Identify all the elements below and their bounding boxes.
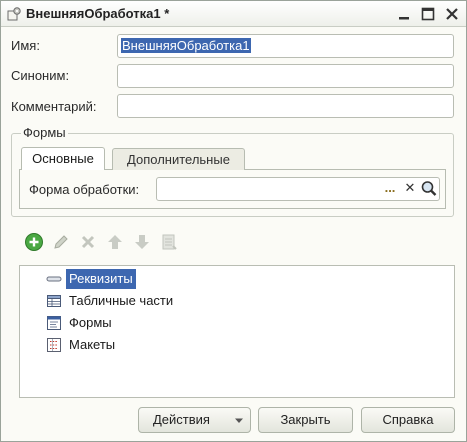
chevron-down-icon <box>235 418 243 423</box>
delete-icon[interactable] <box>78 232 98 252</box>
name-input[interactable]: ВнешняяОбработка1 <box>117 34 454 58</box>
dialog-window: ВнешняяОбработка1 * Имя: ВнешняяОбработк… <box>0 0 467 442</box>
close-icon[interactable] <box>443 5 461 23</box>
comment-label: Комментарий: <box>11 99 97 114</box>
template-icon <box>47 338 61 352</box>
title-bar[interactable]: ВнешняяОбработка1 * <box>1 1 466 27</box>
tab-additional[interactable]: Дополнительные <box>112 148 245 170</box>
synonym-input[interactable] <box>117 64 454 88</box>
actions-button-label: Действия <box>153 412 210 427</box>
move-up-icon[interactable] <box>105 232 125 252</box>
synonym-label: Синоним: <box>11 68 70 83</box>
attribute-icon <box>46 276 62 282</box>
clear-button[interactable]: ✕ <box>400 178 420 200</box>
comment-input[interactable] <box>117 94 454 118</box>
tabular-section-icon <box>47 295 61 307</box>
help-button[interactable]: Справка <box>361 407 455 433</box>
move-down-icon[interactable] <box>132 232 152 252</box>
close-button[interactable]: Закрыть <box>258 407 353 433</box>
name-input-value: ВнешняяОбработка1 <box>121 38 251 53</box>
tree-item-label: Формы <box>69 315 112 330</box>
edit-icon[interactable] <box>51 232 71 252</box>
maximize-icon[interactable] <box>419 5 437 23</box>
tree-item-label: Табличные части <box>69 293 174 308</box>
tab-main[interactable]: Основные <box>21 147 105 170</box>
processing-icon <box>7 7 21 21</box>
tree-item-label: Макеты <box>69 337 116 352</box>
sort-icon[interactable] <box>159 232 179 252</box>
actions-button[interactable]: Действия <box>138 407 251 433</box>
forms-group-title: Формы <box>21 125 68 140</box>
tree-item-label: Реквизиты <box>66 269 136 289</box>
search-icon[interactable] <box>419 178 439 200</box>
add-icon[interactable] <box>24 232 44 252</box>
processing-form-label: Форма обработки: <box>29 182 140 197</box>
metadata-tree[interactable]: Реквизиты Табличные части Формы Макеты <box>19 265 455 398</box>
select-button[interactable]: ... <box>380 178 400 200</box>
window-title: ВнешняяОбработка1 * <box>26 6 170 21</box>
form-icon <box>47 316 61 330</box>
minimize-icon[interactable] <box>395 5 413 23</box>
name-label: Имя: <box>11 38 40 53</box>
